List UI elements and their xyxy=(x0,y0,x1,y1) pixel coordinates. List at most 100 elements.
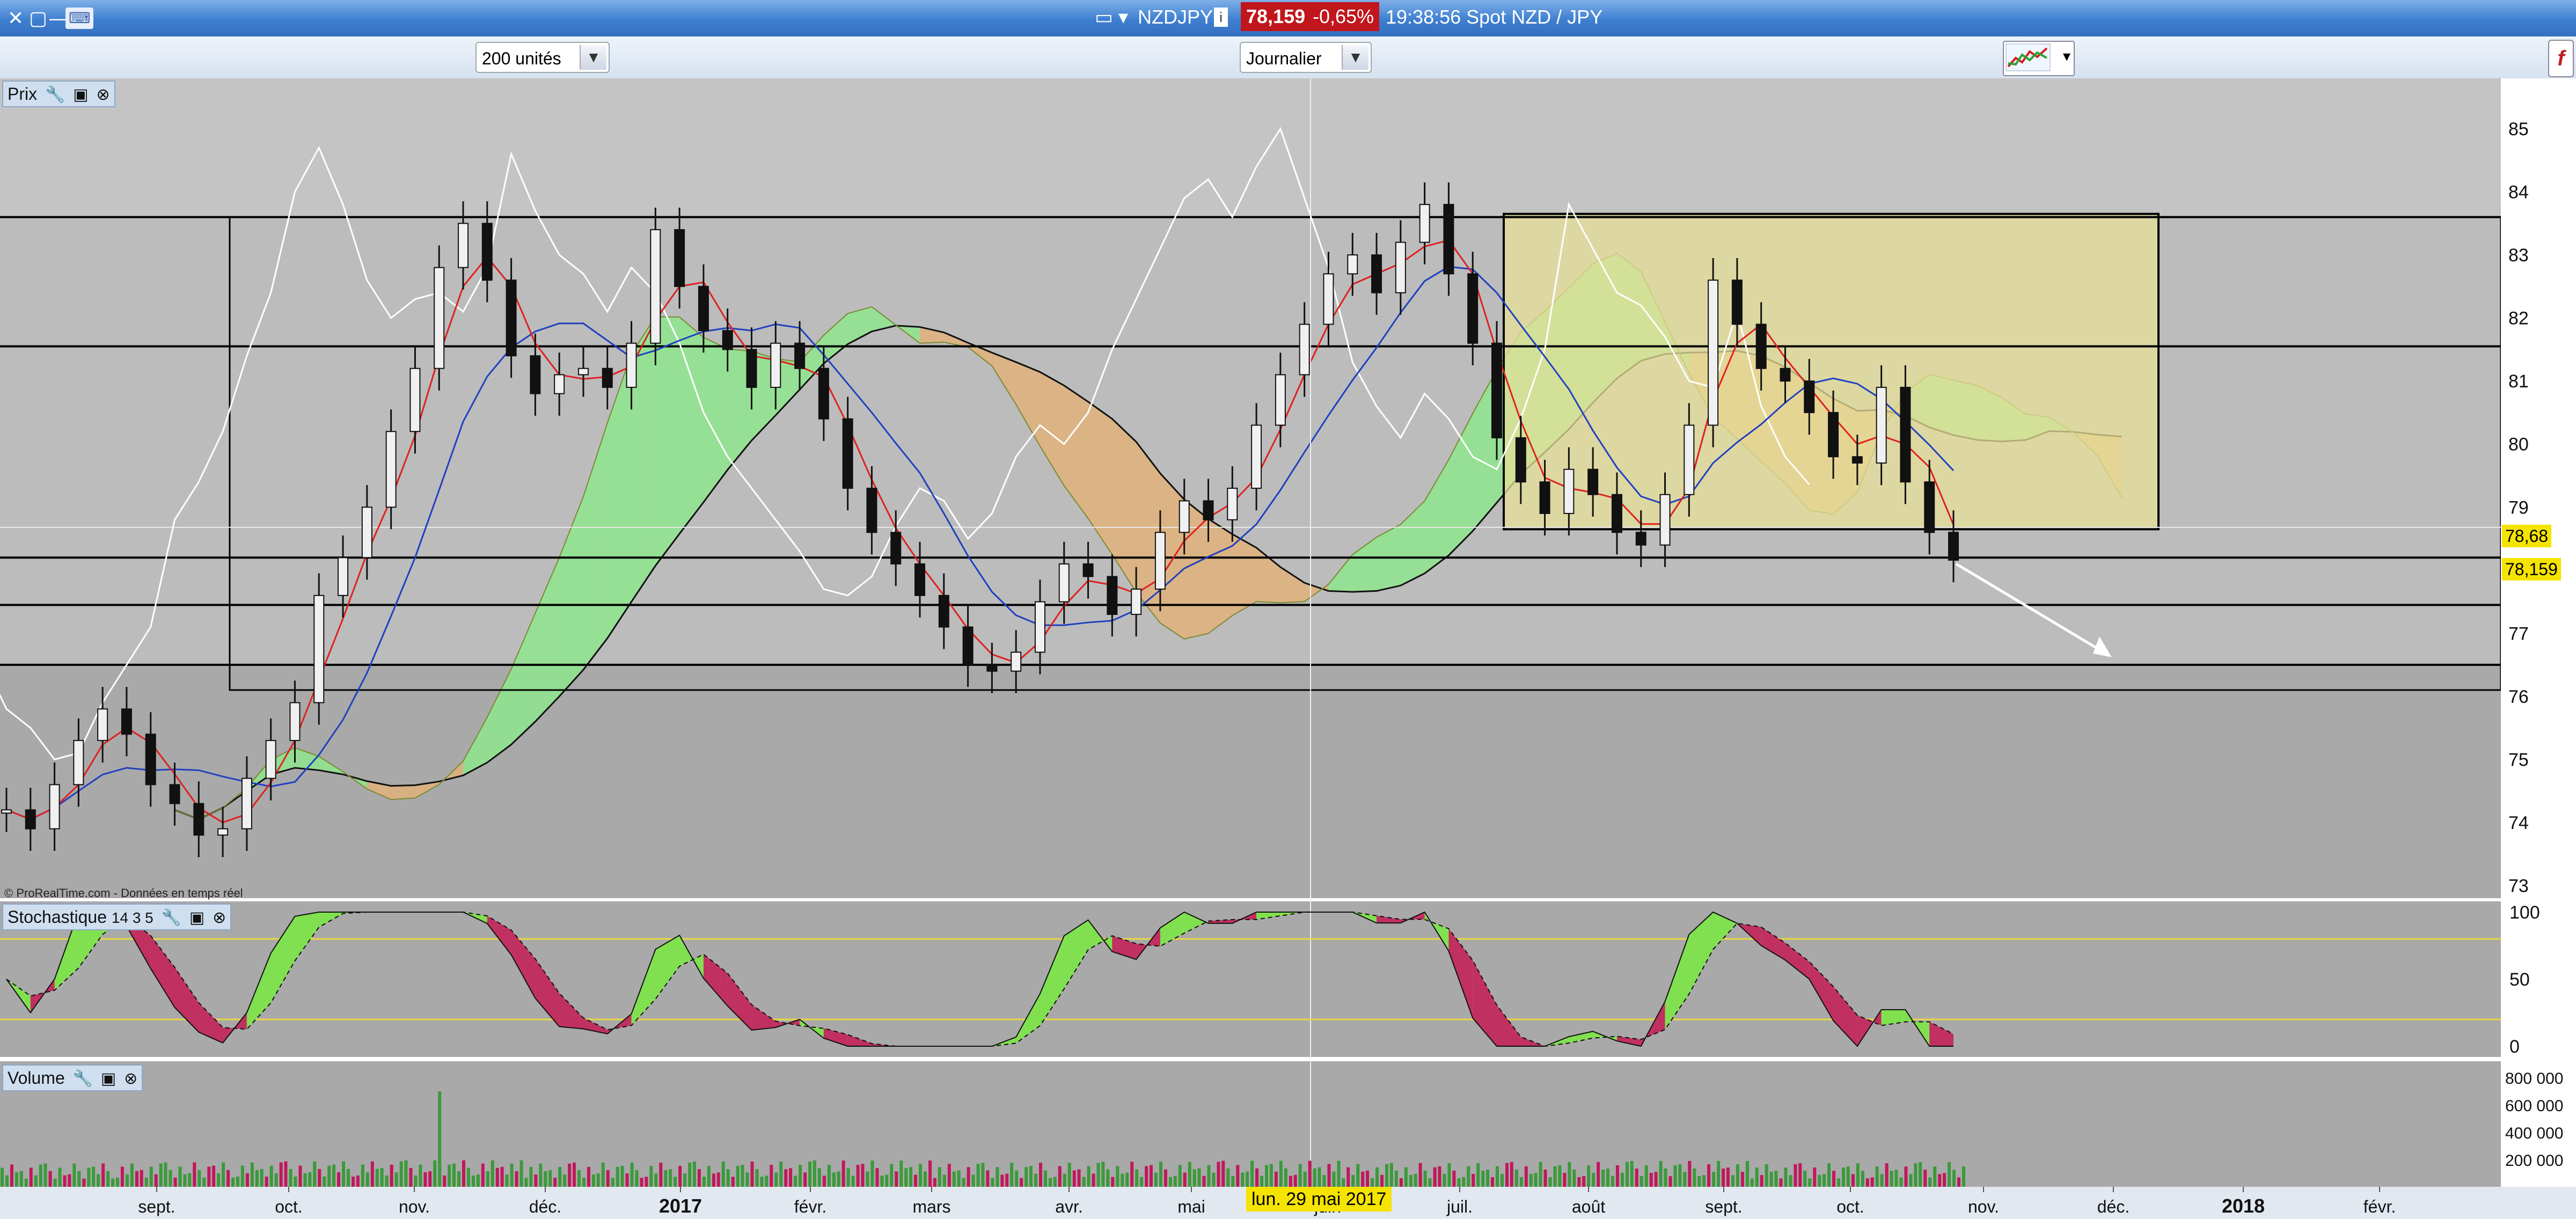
units-select[interactable]: 200 unités ▼ xyxy=(475,42,610,73)
candle-body xyxy=(1107,576,1118,615)
volume-bar xyxy=(539,1163,543,1187)
volume-bar xyxy=(1063,1173,1066,1187)
volume-bar xyxy=(1447,1163,1451,1187)
volume-bar xyxy=(1962,1166,1965,1187)
volume-bar xyxy=(1548,1177,1552,1187)
volume-bar xyxy=(394,1172,398,1187)
chevron-down-icon[interactable]: ▾ xyxy=(2063,47,2070,65)
volume-bar xyxy=(803,1172,807,1187)
wrench-icon[interactable]: 🔧 xyxy=(45,83,65,107)
volume-bar xyxy=(43,1163,47,1187)
function-icon[interactable]: f xyxy=(2548,40,2574,77)
volume-bar xyxy=(1038,1163,1042,1187)
volume-bar xyxy=(169,1170,172,1187)
volume-bar xyxy=(1043,1170,1047,1187)
volume-bar xyxy=(1572,1169,1576,1187)
candle-body xyxy=(241,777,252,829)
close-icon[interactable]: ✕ xyxy=(8,8,24,29)
x-tick-label: avr. xyxy=(1055,1197,1083,1216)
volume-bar xyxy=(1943,1173,1946,1187)
volume-bar xyxy=(1096,1163,1100,1187)
close-icon[interactable]: ⊗ xyxy=(213,906,226,930)
volume-bar xyxy=(269,1165,273,1187)
candle-body xyxy=(1082,563,1094,577)
volume-bar xyxy=(1053,1177,1057,1187)
chevron-down-icon[interactable]: ▼ xyxy=(1342,45,1368,70)
price-tick-label: 83 xyxy=(2508,245,2529,266)
volume-bar xyxy=(1356,1164,1360,1187)
candle-body xyxy=(842,418,853,489)
x-tick-label: févr. xyxy=(2363,1197,2396,1216)
candle-body xyxy=(818,368,829,420)
volume-bar xyxy=(736,1165,740,1187)
volume-bar xyxy=(1726,1167,1730,1187)
volume-bar xyxy=(1870,1177,1874,1187)
volume-bar xyxy=(1582,1176,1586,1187)
volume-bar xyxy=(1630,1161,1634,1187)
candle-body xyxy=(1034,601,1045,653)
volume-bar xyxy=(1524,1166,1528,1187)
volume-bar xyxy=(1005,1173,1009,1187)
chevron-down-icon[interactable]: ▼ xyxy=(580,45,606,70)
volume-bar xyxy=(817,1168,821,1187)
info-icon[interactable]: i xyxy=(1214,8,1228,27)
volume-bar xyxy=(82,1178,86,1187)
volume-bar xyxy=(1274,1171,1278,1187)
volume-bar xyxy=(789,1168,793,1187)
candle-body xyxy=(866,488,877,533)
candle-body xyxy=(1419,204,1430,243)
volume-bar xyxy=(303,1173,307,1187)
x-tick-label: sept. xyxy=(1705,1197,1742,1216)
volume-bar xyxy=(1226,1168,1230,1187)
instrument-title[interactable]: NZDJPY xyxy=(1138,3,1213,31)
volume-bar xyxy=(433,1160,437,1187)
volume-bar xyxy=(48,1171,52,1187)
wrench-icon[interactable]: 🔧 xyxy=(162,906,181,930)
window-icon[interactable]: ▣ xyxy=(101,1067,116,1091)
volume-bar xyxy=(515,1171,518,1187)
volume-bar xyxy=(72,1163,76,1187)
chart-type-button[interactable]: ▾ xyxy=(2003,41,2075,76)
keyboard-icon[interactable]: ⌨ xyxy=(65,8,94,29)
volume-bar xyxy=(1135,1169,1139,1187)
volume-bar xyxy=(866,1171,869,1187)
volume-bar xyxy=(1846,1166,1850,1187)
candle-body xyxy=(1659,494,1671,546)
volume-bar xyxy=(1371,1178,1374,1187)
volume-bar xyxy=(1640,1176,1643,1187)
volume-bar xyxy=(1707,1164,1711,1187)
candle-body xyxy=(481,223,493,281)
volume-bar xyxy=(841,1161,845,1187)
volume-bar xyxy=(1750,1178,1754,1187)
period-select[interactable]: Journalier ▼ xyxy=(1240,42,1372,73)
window-icon[interactable]: ▣ xyxy=(73,83,88,107)
volume-bar xyxy=(563,1174,567,1187)
close-icon[interactable]: ⊗ xyxy=(124,1067,137,1091)
maximize-icon[interactable]: ▢ xyxy=(29,8,47,29)
candle-body xyxy=(265,740,276,779)
period-value: Journalier xyxy=(1246,49,1322,68)
volume-bar xyxy=(1712,1172,1716,1187)
volume-bar xyxy=(1058,1166,1062,1187)
close-icon[interactable]: ⊗ xyxy=(97,83,110,107)
volume-bar xyxy=(173,1177,177,1187)
volume-bar xyxy=(1611,1176,1614,1187)
volume-bar xyxy=(1385,1164,1389,1187)
volume-bar xyxy=(1241,1172,1245,1187)
candle-body xyxy=(770,342,781,388)
title-bar: ✕ ▢ — ⌨ ▭ ▾ NZDJPY i 78,159 -0,65% 19:38… xyxy=(0,0,2576,36)
volume-bar xyxy=(385,1175,389,1187)
instrument-menu-icon[interactable]: ▭ ▾ xyxy=(1095,3,1128,31)
candle-body xyxy=(1275,374,1286,426)
volume-bar xyxy=(524,1178,528,1187)
volume-bar xyxy=(1649,1172,1653,1187)
wrench-icon[interactable]: 🔧 xyxy=(73,1067,93,1091)
volume-bar xyxy=(1933,1166,1937,1187)
candle-body xyxy=(650,229,661,344)
window-icon[interactable]: ▣ xyxy=(189,906,204,930)
volume-bar xyxy=(1168,1177,1172,1187)
candle-body xyxy=(1780,368,1791,382)
volume-bar xyxy=(947,1164,951,1187)
volume-bar xyxy=(1394,1170,1398,1187)
stoch-tick-label: 0 xyxy=(2509,1037,2520,1057)
